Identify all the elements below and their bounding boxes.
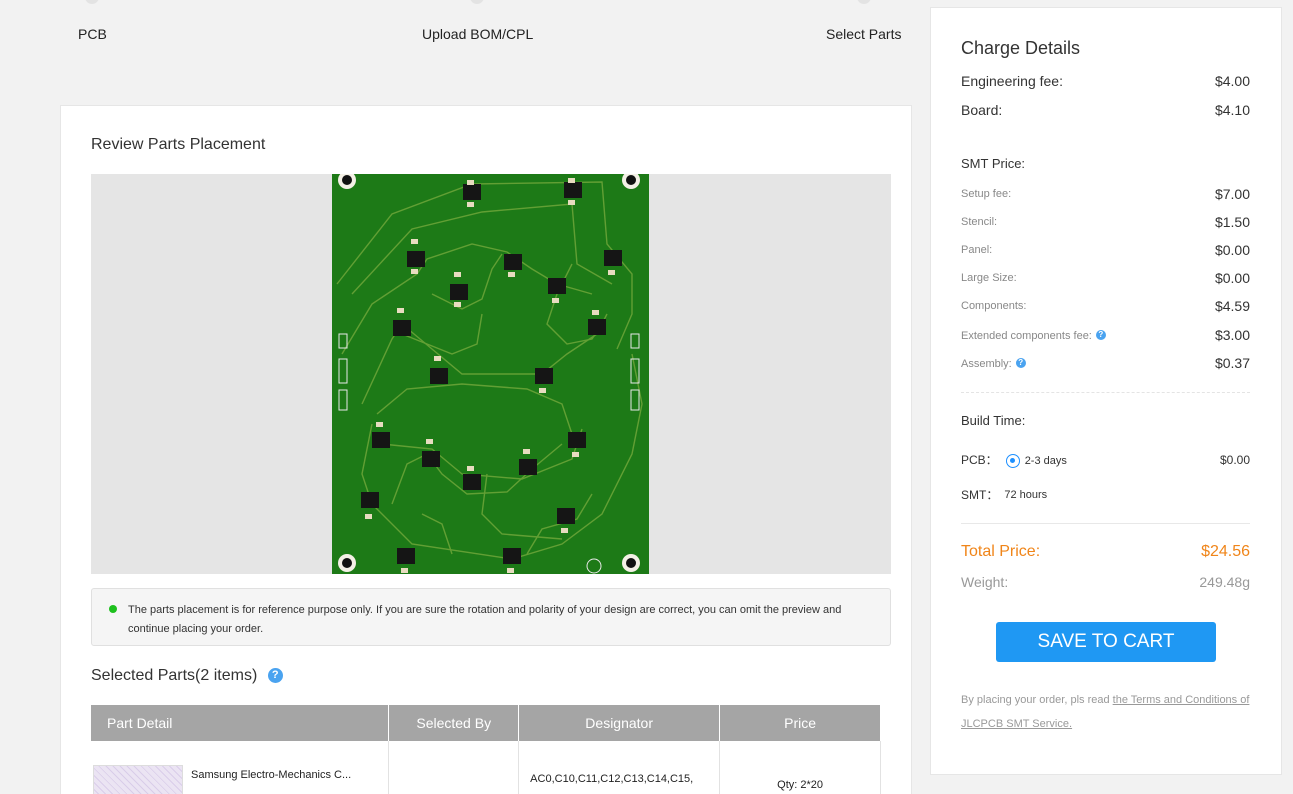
- smt-build-time: 72 hours: [1004, 488, 1048, 501]
- pcb-board-image: [332, 174, 649, 574]
- price-qty: Qty: 2*20: [777, 779, 823, 791]
- large-size-value: $0.00: [1214, 270, 1250, 286]
- save-to-cart-button[interactable]: SAVE TO CART: [996, 622, 1216, 662]
- assembly-row: Assembly:? $0.37: [961, 354, 1250, 372]
- extended-fee-row: Extended components fee:? $3.00: [961, 326, 1250, 344]
- smt-build-label: SMT：: [961, 488, 999, 502]
- terms-prefix: By placing your order, pls read: [961, 694, 1113, 706]
- setup-fee-value: $7.00: [1214, 186, 1250, 202]
- review-title: Review Parts Placement: [91, 136, 266, 153]
- divider: [961, 523, 1250, 524]
- help-icon[interactable]: ?: [1015, 358, 1026, 368]
- divider: [961, 392, 1250, 393]
- pcb-build-row: PCB： 2-3 days $0.00: [961, 451, 1250, 468]
- col-selected-by: Selected By: [388, 705, 520, 741]
- board-label: Board:: [961, 102, 1003, 118]
- pcb-build-label: PCB：: [961, 453, 998, 467]
- weight-label: Weight:: [961, 574, 1009, 590]
- stencil-label: Stencil:: [961, 216, 998, 228]
- stencil-row: Stencil: $1.50: [961, 214, 1250, 230]
- selected-parts-label: Selected Parts(2 items): [91, 667, 258, 684]
- weight-value: 249.48g: [1199, 574, 1250, 590]
- help-icon[interactable]: ?: [1095, 330, 1106, 340]
- build-time-heading: Build Time:: [961, 413, 1026, 428]
- total-label: Total Price:: [961, 543, 1041, 560]
- assembly-label-wrap: Assembly:?: [961, 354, 1026, 372]
- help-icon[interactable]: ?: [267, 668, 283, 684]
- engineering-fee-value: $4.00: [1214, 73, 1250, 89]
- smt-price-heading: SMT Price:: [961, 156, 1026, 171]
- extended-fee-label-wrap: Extended components fee:?: [961, 326, 1106, 344]
- pcb-build-price: $0.00: [1219, 452, 1250, 467]
- total-row: Total Price: $24.56: [961, 543, 1250, 561]
- selected-by-cell: [388, 741, 520, 794]
- components-value: $4.59: [1214, 298, 1250, 314]
- step-dot-pcb: [85, 0, 99, 4]
- pcb-build-option: PCB： 2-3 days: [961, 451, 1067, 468]
- assembly-label: Assembly:: [961, 358, 1012, 370]
- extended-fee-value: $3.00: [1214, 327, 1250, 343]
- designator-cell: AC0,C10,C11,C12,C13,C14,C15,: [518, 741, 721, 794]
- notice-text: The parts placement is for reference pur…: [128, 604, 842, 635]
- components-row: Components: $4.59: [961, 298, 1250, 314]
- review-card: Review Parts Placement The parts placeme…: [60, 105, 912, 794]
- order-stepper: PCB Upload BOM/CPL Select Parts: [0, 0, 920, 60]
- col-designator: Designator: [518, 705, 721, 741]
- status-dot-icon: [109, 605, 117, 613]
- radio-selected-icon[interactable]: [1005, 453, 1020, 468]
- charge-details-title: Charge Details: [961, 38, 1081, 58]
- smt-build-row: SMT： 72 hours: [961, 486, 1250, 503]
- large-size-row: Large Size: $0.00: [961, 270, 1250, 286]
- placement-notice: The parts placement is for reference pur…: [91, 588, 891, 646]
- designator-text: AC0,C10,C11,C12,C13,C14,C15,: [530, 773, 694, 785]
- stencil-value: $1.50: [1214, 214, 1250, 230]
- col-part-detail: Part Detail: [91, 705, 390, 741]
- setup-fee-row: Setup fee: $7.00: [961, 186, 1250, 202]
- parts-table: Part Detail Selected By Designator Price…: [91, 705, 881, 794]
- panel-label: Panel:: [961, 244, 993, 256]
- charge-details-panel: Charge Details Engineering fee: $4.00 Bo…: [930, 7, 1282, 775]
- step-dot-upload: [470, 0, 484, 4]
- part-thumbnail[interactable]: [93, 765, 183, 794]
- board-value: $4.10: [1214, 102, 1250, 118]
- engineering-fee-label: Engineering fee:: [961, 73, 1063, 89]
- pcb-build-days[interactable]: 2-3 days: [1025, 455, 1067, 467]
- terms-notice: By placing your order, pls read the Term…: [961, 688, 1251, 736]
- part-detail-cell: Samsung Electro-Mechanics C...: [91, 741, 390, 794]
- step-select-parts[interactable]: Select Parts: [826, 26, 901, 42]
- weight-row: Weight: 249.48g: [961, 574, 1250, 590]
- price-cell: Qty: 2*20: [719, 741, 881, 794]
- selected-parts-title: Selected Parts(2 items) ?: [91, 667, 283, 685]
- panel-value: $0.00: [1214, 242, 1250, 258]
- col-price: Price: [719, 705, 881, 741]
- table-row: Samsung Electro-Mechanics C... AC0,C10,C…: [91, 741, 881, 794]
- engineering-fee-row: Engineering fee: $4.00: [961, 73, 1250, 89]
- panel-row: Panel: $0.00: [961, 242, 1250, 258]
- total-value: $24.56: [1201, 543, 1250, 560]
- extended-fee-label: Extended components fee:: [961, 330, 1092, 342]
- setup-fee-label: Setup fee:: [961, 188, 1012, 200]
- step-upload-bom-cpl[interactable]: Upload BOM/CPL: [422, 26, 533, 42]
- step-pcb[interactable]: PCB: [78, 26, 107, 42]
- assembly-value: $0.37: [1214, 355, 1250, 371]
- board-row: Board: $4.10: [961, 102, 1250, 118]
- part-name[interactable]: Samsung Electro-Mechanics C...: [191, 769, 351, 781]
- step-dot-select: [857, 0, 871, 4]
- large-size-label: Large Size:: [961, 272, 1017, 284]
- placement-preview[interactable]: [91, 174, 891, 574]
- components-label: Components:: [961, 300, 1027, 312]
